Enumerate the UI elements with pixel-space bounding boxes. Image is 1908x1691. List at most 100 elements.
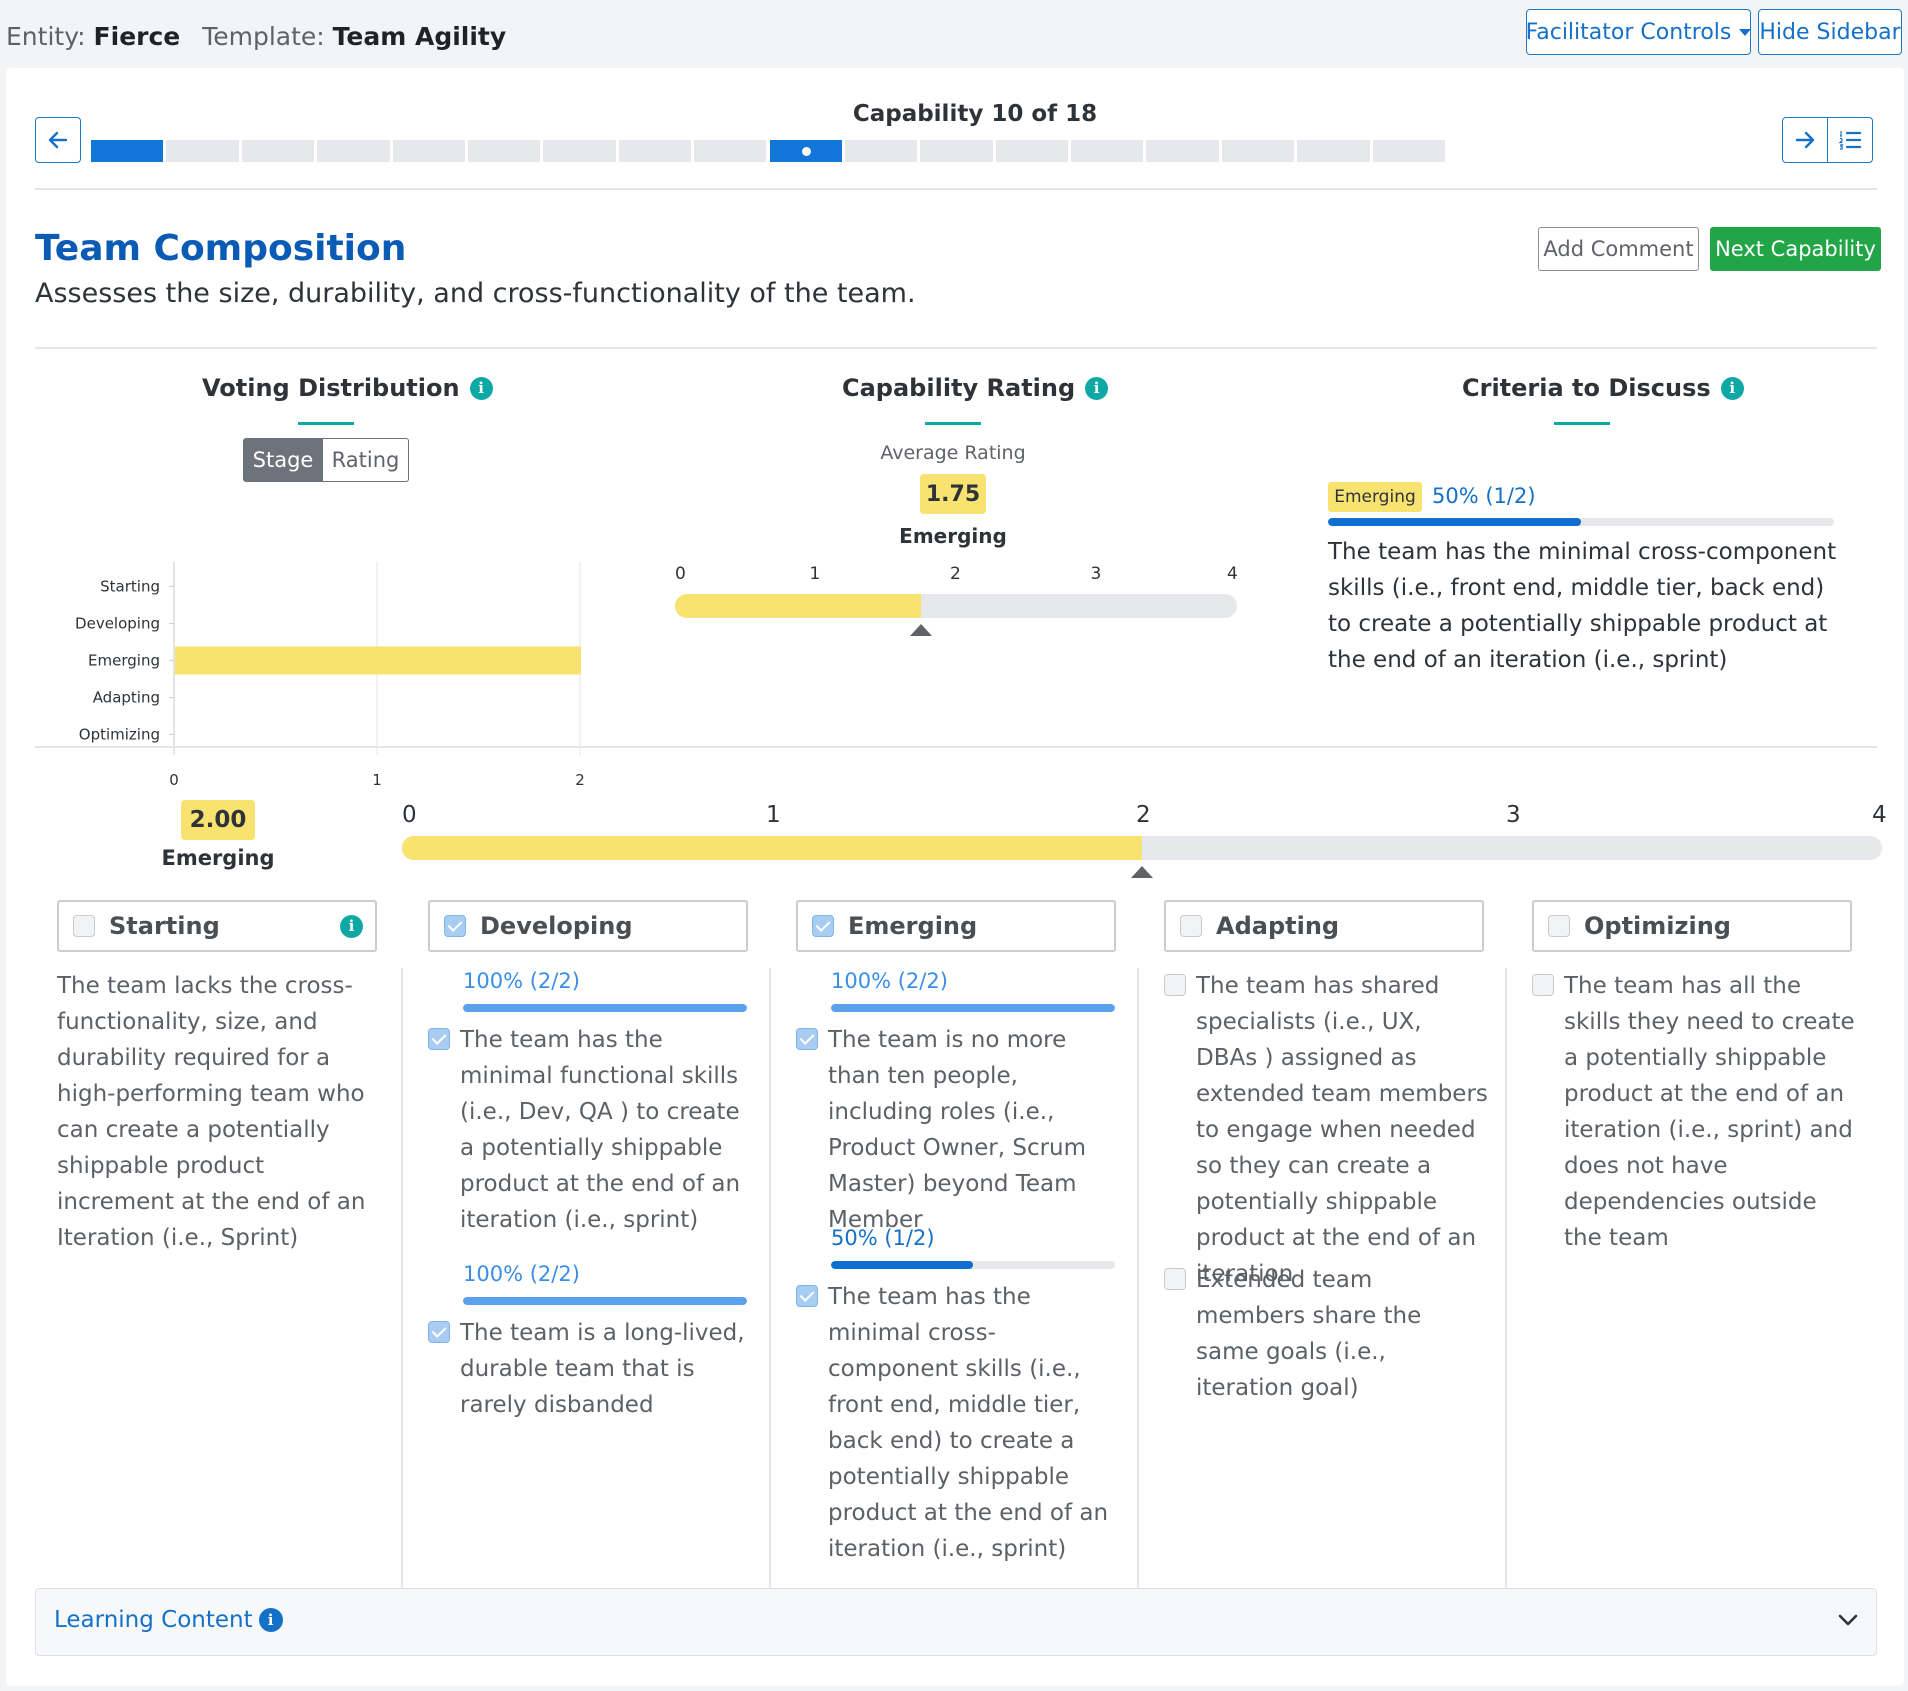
- scale-tick-label: 0: [402, 802, 417, 828]
- arrow-left-icon: [48, 131, 68, 149]
- caret-down-icon: [1739, 28, 1752, 36]
- facilitator-controls-label: Facilitator Controls: [1525, 19, 1732, 45]
- criteria-stage-badge: Emerging: [1328, 482, 1422, 512]
- progress-segment[interactable]: [392, 140, 465, 162]
- info-icon[interactable]: i: [258, 1608, 283, 1632]
- overall-score-value: 2.00: [181, 800, 255, 840]
- column-divider: [769, 968, 771, 1620]
- entity-label: Entity:: [6, 22, 86, 51]
- progress-segment[interactable]: [618, 140, 692, 162]
- progress-segment[interactable]: [91, 140, 164, 162]
- stage-checkbox[interactable]: [1548, 915, 1570, 937]
- scale-fill: [402, 836, 1142, 860]
- progress-segment[interactable]: [995, 140, 1069, 162]
- chevron-down-icon[interactable]: [1838, 1613, 1858, 1627]
- progress-segment[interactable]: [694, 140, 767, 162]
- scale-tick-label: 4: [1872, 802, 1887, 828]
- criterion-checkbox[interactable]: [796, 1028, 818, 1050]
- stage-header-starting[interactable]: Starting i: [57, 900, 377, 952]
- info-icon[interactable]: i: [340, 914, 363, 938]
- criteria-percent: 50% (1/2): [1432, 484, 1536, 508]
- capability-card: Capability 10 of 18 Team Composition Ass…: [6, 68, 1904, 1686]
- capability-title: Team Composition: [35, 228, 407, 269]
- info-icon[interactable]: i: [1720, 376, 1744, 400]
- progress-segment[interactable]: [1146, 140, 1219, 162]
- chart-x-tick-label: 1: [372, 771, 382, 788]
- criterion-checkbox[interactable]: [796, 1285, 818, 1307]
- scale-track: [402, 836, 1882, 860]
- criterion-text: The team is no more than ten people, inc…: [828, 1027, 1087, 1233]
- stage-checkbox[interactable]: [1180, 915, 1202, 937]
- heading-underline: [1554, 422, 1610, 425]
- learning-content-accordion[interactable]: Learning Content i: [35, 1588, 1877, 1656]
- criterion-progress-bar: [463, 1004, 747, 1012]
- scale-tick-label: 1: [766, 802, 781, 828]
- progress-segment[interactable]: [241, 140, 315, 162]
- capability-list-button[interactable]: [1827, 117, 1873, 163]
- progress-segment-current[interactable]: [769, 140, 842, 162]
- progress-segment[interactable]: [467, 140, 541, 162]
- info-icon[interactable]: i: [469, 376, 493, 400]
- chart-x-tick-label: 0: [169, 771, 179, 788]
- arrow-right-icon: [1795, 131, 1815, 149]
- criterion-item: The team has shared specialists (i.e., U…: [1164, 968, 1488, 1292]
- add-comment-button[interactable]: Add Comment: [1538, 227, 1699, 271]
- criterion-progress-bar: [463, 1297, 747, 1305]
- criterion-checkbox[interactable]: [1164, 974, 1186, 996]
- numbered-list-icon: [1838, 131, 1862, 150]
- learning-content-header: Learning Content i: [54, 1607, 283, 1633]
- criterion-checkbox[interactable]: [1164, 1268, 1186, 1290]
- stage-name: Optimizing: [1584, 912, 1731, 940]
- progress-segment[interactable]: [1372, 140, 1445, 162]
- criterion-percent: 100% (2/2): [463, 969, 580, 993]
- criterion-text: The team has all the skills they need to…: [1564, 973, 1855, 1251]
- average-rating-scale: 0 1 2 3 4: [675, 564, 1238, 644]
- scale-tick-label: 4: [1227, 564, 1238, 584]
- chart-bar: [175, 646, 581, 675]
- progress-segment[interactable]: [1297, 140, 1370, 162]
- stage-rating-toggle: Stage Rating: [243, 438, 409, 482]
- stage-toggle-button[interactable]: Stage: [243, 438, 323, 482]
- chart-category-label: Optimizing: [79, 726, 160, 744]
- divider: [35, 188, 1877, 190]
- progress-segment[interactable]: [166, 140, 239, 162]
- stage-header-optimizing[interactable]: Optimizing: [1532, 900, 1852, 952]
- progress-segment[interactable]: [1221, 140, 1295, 162]
- info-icon[interactable]: i: [1085, 376, 1109, 400]
- criterion-item: The team is no more than ten people, inc…: [796, 1022, 1120, 1238]
- progress-segment[interactable]: [1071, 140, 1144, 162]
- progress-segment[interactable]: [920, 140, 993, 162]
- criterion-percent: 100% (2/2): [463, 1262, 580, 1286]
- facilitator-controls-button[interactable]: Facilitator Controls: [1525, 9, 1752, 55]
- capability-progress-label: Capability 10 of 18: [852, 101, 1098, 127]
- criterion-progress-fill: [831, 1261, 973, 1269]
- rating-toggle-button[interactable]: Rating: [323, 438, 409, 482]
- next-capability-button[interactable]: Next Capability: [1710, 227, 1881, 271]
- stage-checkbox[interactable]: [73, 915, 95, 937]
- template-value: Team Agility: [332, 22, 507, 51]
- stage-checkbox[interactable]: [444, 915, 466, 937]
- criterion-text: The team has shared specialists (i.e., U…: [1196, 973, 1488, 1287]
- chart-x-tick-label: 2: [575, 771, 585, 788]
- criterion-percent: 100% (2/2): [831, 969, 948, 993]
- progress-segment[interactable]: [844, 140, 918, 162]
- stage-header-emerging[interactable]: Emerging: [796, 900, 1116, 952]
- stage-header-developing[interactable]: Developing: [428, 900, 748, 952]
- stage-checkbox[interactable]: [812, 915, 834, 937]
- progress-segment[interactable]: [543, 140, 616, 162]
- voting-distribution-title: Voting Distribution: [202, 374, 460, 402]
- stage-header-adapting[interactable]: Adapting: [1164, 900, 1484, 952]
- overall-score-stage: Emerging: [161, 846, 275, 870]
- capability-description: Assesses the size, durability, and cross…: [35, 278, 916, 309]
- heading-underline: [925, 422, 981, 425]
- stage-name: Starting: [109, 912, 220, 940]
- progress-segment[interactable]: [317, 140, 390, 162]
- next-capability-arrow-button[interactable]: [1782, 117, 1828, 163]
- hide-sidebar-button[interactable]: Hide Sidebar: [1758, 9, 1902, 55]
- criterion-checkbox[interactable]: [428, 1321, 450, 1343]
- top-bar: Entity: Fierce Template: Team Agility Fa…: [0, 0, 1908, 66]
- criterion-checkbox[interactable]: [1532, 974, 1554, 996]
- criterion-checkbox[interactable]: [428, 1028, 450, 1050]
- criterion-progress-bar: [831, 1004, 1115, 1012]
- chart-category-label: Starting: [100, 578, 160, 596]
